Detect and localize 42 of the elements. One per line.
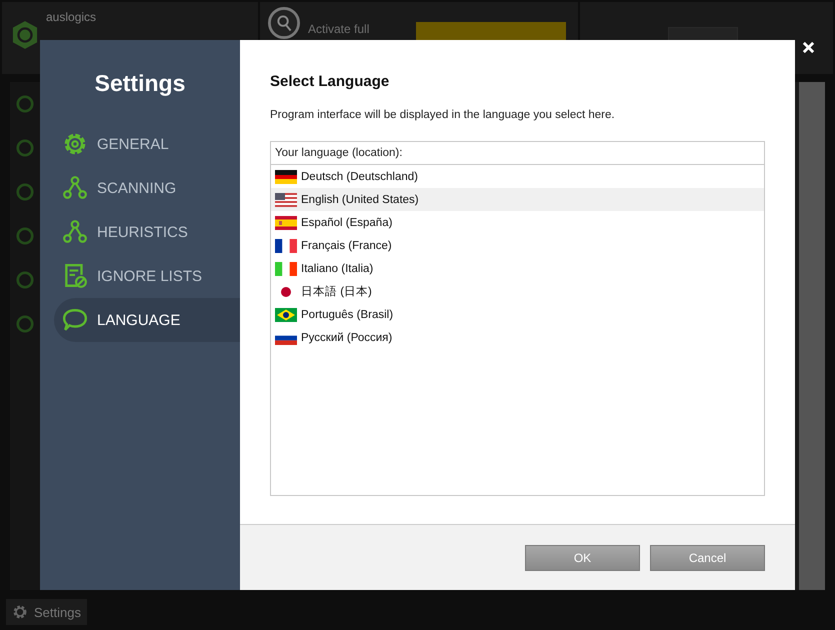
- dialog-title: Settings: [94, 70, 186, 97]
- gear-icon: [62, 131, 88, 157]
- flag-icon: [275, 216, 297, 230]
- gear-icon: [12, 604, 28, 620]
- description-text: Program interface will be displayed in the language you select here.: [270, 109, 616, 121]
- nav-item[interactable]: LANGUAGE: [54, 298, 240, 342]
- language-option[interactable]: Español (España): [271, 211, 764, 234]
- section-heading: Select Language: [270, 73, 390, 90]
- language-option[interactable]: 日本語 (日本): [271, 280, 764, 303]
- blocked-list-icon: [62, 263, 88, 289]
- nav-icon[interactable]: [16, 271, 34, 289]
- flag-icon: [281, 286, 291, 296]
- search-icon: [268, 7, 300, 39]
- nav-icon[interactable]: [16, 139, 34, 157]
- flag-icon: [275, 308, 297, 322]
- nav-item[interactable]: HEURISTICS: [40, 210, 240, 254]
- nav-icon[interactable]: [16, 95, 34, 113]
- language-option[interactable]: English (United States): [271, 188, 764, 211]
- flag-icon: [275, 192, 297, 206]
- nav-item[interactable]: SCANNING: [40, 166, 240, 210]
- nav-icon[interactable]: [16, 227, 34, 245]
- shield-logo-icon: [12, 20, 38, 50]
- nav-icon[interactable]: [16, 183, 34, 201]
- close-icon[interactable]: [802, 41, 815, 54]
- language-option[interactable]: Italiano (Italia): [271, 257, 764, 280]
- flag-icon: [275, 238, 297, 252]
- brand-name: auslogics: [46, 10, 96, 24]
- nav-item[interactable]: GENERAL: [40, 122, 240, 166]
- nodes-icon: [62, 219, 88, 245]
- nav-icon[interactable]: [16, 315, 34, 333]
- language-option[interactable]: Deutsch (Deutschland): [271, 165, 764, 188]
- nodes-icon: [62, 175, 88, 201]
- flag-icon: [275, 170, 297, 184]
- flag-icon: [275, 262, 297, 276]
- language-option[interactable]: Português (Brasil): [271, 303, 764, 326]
- nav-item[interactable]: IGNORE LISTS: [40, 254, 240, 298]
- settings-button[interactable]: Settings: [6, 599, 87, 625]
- chat-icon: [62, 307, 88, 333]
- language-option[interactable]: Русский (Россия): [271, 326, 764, 349]
- list-header: Your language (location):: [271, 142, 764, 165]
- activate-text: Activate full: [308, 22, 370, 36]
- language-option[interactable]: Français (France): [271, 234, 764, 257]
